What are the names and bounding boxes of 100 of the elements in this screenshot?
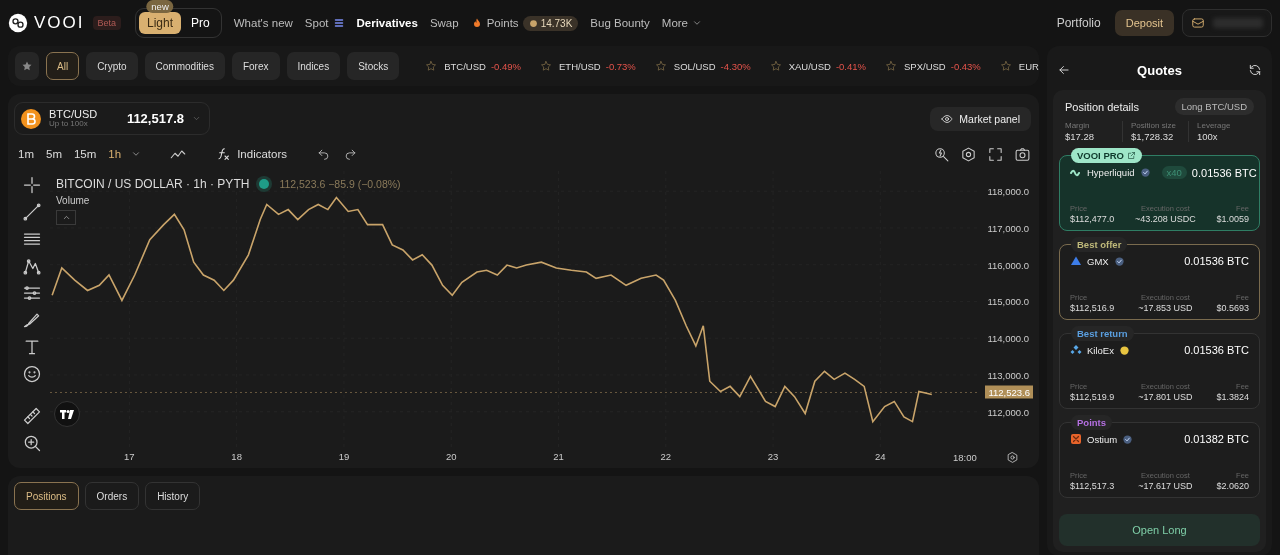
quote-tag: VOOI PRO <box>1071 148 1142 163</box>
search-icon[interactable] <box>933 145 950 163</box>
nav-link[interactable]: Bug Bounty <box>584 13 656 33</box>
price-change: -4.30% <box>720 60 751 72</box>
deposit-button[interactable]: Deposit <box>1114 10 1174 36</box>
quote-value: ~17.853 USD <box>1138 303 1193 313</box>
settings-icon[interactable] <box>1006 451 1019 464</box>
quote-value: $112,517.3 <box>1070 481 1115 491</box>
stat-value: 100x <box>1197 131 1219 142</box>
x-axis-label: 19 <box>338 451 350 462</box>
smiley-icon[interactable] <box>22 364 42 384</box>
market-price: 112,517.8 <box>126 111 184 126</box>
back-button[interactable] <box>1057 63 1071 77</box>
interval-tab[interactable]: 1h <box>106 148 124 160</box>
x-axis-label: 20 <box>445 451 457 462</box>
y-axis-label: 114,000.0 <box>987 332 1029 344</box>
price-change: -0.73% <box>605 60 636 72</box>
nav-link[interactable]: Spot <box>298 13 351 33</box>
positions-tab[interactable]: History <box>145 482 201 510</box>
y-axis-label: 112,000.0 <box>987 406 1029 418</box>
stat-label: Leverage <box>1197 121 1232 130</box>
indicators-button[interactable]: Indicators <box>209 145 293 163</box>
mode-toggle[interactable]: Pro <box>183 12 218 34</box>
star-outline-icon <box>769 60 782 72</box>
star-outline-icon <box>425 60 438 72</box>
ticker-item[interactable]: ETH/USD -0.73% <box>559 60 636 72</box>
zoom-in-icon[interactable] <box>22 433 42 453</box>
positions-tab[interactable]: Positions <box>14 482 79 510</box>
x-axis-label: 21 <box>553 451 564 462</box>
star-outline-icon <box>885 60 897 72</box>
quote-tag: Points <box>1071 415 1113 430</box>
interval-tab[interactable]: 5m <box>44 148 64 160</box>
stat-label: Position size <box>1131 121 1177 130</box>
refresh-button[interactable] <box>1248 63 1262 77</box>
new-badge: new <box>146 0 174 13</box>
x-axis-label: 22 <box>660 451 672 462</box>
price-change: -0.41% <box>835 60 866 72</box>
quote-amount: 0.01382 BTC <box>1184 433 1249 445</box>
settings-icon[interactable] <box>960 145 977 163</box>
chevron-down-icon[interactable] <box>131 149 142 159</box>
market-panel-button[interactable]: Market panel <box>930 106 1031 131</box>
ruler-icon[interactable] <box>22 406 42 426</box>
filter-chip[interactable]: All <box>46 52 80 80</box>
stat-value: $1,728.32 <box>1131 131 1175 142</box>
filter-chip[interactable]: Indices <box>286 52 341 80</box>
eye-icon <box>941 112 954 125</box>
square-logo-icon <box>1070 433 1082 445</box>
filter-chip[interactable]: Stocks <box>347 52 400 80</box>
price-label: 112,523.6 <box>985 385 1033 399</box>
interval-tab[interactable]: 1m <box>16 148 36 160</box>
sliders-icon[interactable] <box>22 283 42 303</box>
coin-icon <box>1118 344 1130 356</box>
nav-link[interactable]: Derivatives <box>350 13 424 33</box>
portfolio-link[interactable]: Portfolio <box>1042 16 1115 30</box>
star-icon <box>21 60 33 72</box>
undo-icon[interactable] <box>317 147 330 161</box>
chevron-down-icon <box>192 114 201 123</box>
filter-chip[interactable]: Forex <box>231 52 280 80</box>
quote-value: $112,519.9 <box>1070 392 1115 402</box>
quote-value: $112,516.9 <box>1070 303 1115 313</box>
crosshair-icon[interactable] <box>22 175 42 195</box>
ticker-item[interactable]: SPX/USD -0.43% <box>904 60 981 72</box>
points-badge: 14.73K <box>522 15 579 31</box>
filter-chip[interactable]: Commodities <box>144 52 225 80</box>
ticker-item[interactable]: SOL/USD -4.30% <box>673 60 751 72</box>
y-axis-label: 116,000.0 <box>987 259 1029 271</box>
nav-link[interactable]: What's new <box>227 13 299 33</box>
more-menu[interactable]: More <box>655 13 708 33</box>
nav-link[interactable]: Points 14.73K <box>464 11 585 35</box>
filter-chip[interactable]: Crypto <box>86 52 138 80</box>
chart-legend-title: BITCOIN / US DOLLAR · 1h · PYTH <box>56 177 250 191</box>
nav-link[interactable]: Swap <box>423 13 465 33</box>
logo-text: VOOI <box>34 13 85 33</box>
triangle-logo-icon <box>1070 255 1082 267</box>
ticker-item[interactable]: BTC/USD -0.49% <box>444 60 521 72</box>
ticker-item[interactable]: XAU/USD -0.41% <box>788 60 866 72</box>
chart-logo-icon[interactable] <box>54 401 80 427</box>
mode-toggle[interactable]: Light <box>139 12 182 34</box>
quote-value: $0.5693 <box>1216 303 1249 313</box>
positions-tab[interactable]: Orders <box>84 482 140 510</box>
quote-value: ~17.801 USD <box>1138 392 1193 402</box>
interval-tab[interactable]: 15m <box>71 148 99 160</box>
chevron-down-icon <box>692 18 702 28</box>
trend-line-icon[interactable] <box>22 202 42 222</box>
x-axis-label: 18:00 <box>953 452 977 463</box>
open-long-button[interactable]: Open Long <box>1059 514 1260 546</box>
venue-name: GMX <box>1087 255 1109 267</box>
ticker-item[interactable]: EUR <box>1018 60 1039 72</box>
pattern-icon[interactable] <box>22 256 42 276</box>
x-axis-label: 17 <box>124 451 135 462</box>
quote-value: $1.3824 <box>1216 392 1249 402</box>
verified-badge-icon <box>1113 255 1125 267</box>
fullscreen-icon[interactable] <box>987 145 1004 163</box>
panel-title: Quotes <box>1137 62 1182 78</box>
favorites-button[interactable] <box>15 52 39 80</box>
market-selector[interactable]: BTC/USD Up to 100x 112,517.8 <box>14 102 210 135</box>
stat-value: $17.28 <box>1065 131 1096 142</box>
star-outline-icon <box>999 60 1012 72</box>
redo-icon[interactable] <box>344 147 357 161</box>
camera-icon[interactable] <box>1014 145 1031 163</box>
